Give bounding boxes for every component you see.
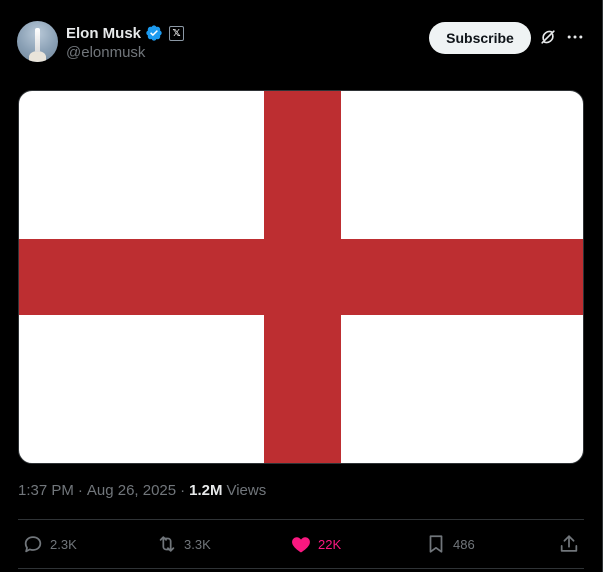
more-options-icon[interactable] bbox=[565, 27, 585, 47]
repost-button[interactable]: 3.3K bbox=[156, 529, 211, 559]
flag-cross-horizontal bbox=[19, 239, 583, 315]
action-bar: 2.3K 3.3K 22K 486 bbox=[18, 529, 584, 559]
tweet-header: Elon Musk 𝕏 @elonmusk Subscribe bbox=[17, 20, 587, 64]
verified-badge-icon bbox=[146, 25, 162, 41]
meta-separator: · bbox=[77, 482, 83, 499]
avatar[interactable] bbox=[17, 21, 58, 62]
bookmark-count: 486 bbox=[453, 536, 475, 552]
tweet-date[interactable]: Aug 26, 2025 bbox=[87, 482, 176, 499]
bottom-divider bbox=[18, 568, 584, 569]
reply-button[interactable]: 2.3K bbox=[22, 529, 77, 559]
heart-icon bbox=[292, 537, 310, 553]
grok-icon[interactable] bbox=[538, 27, 558, 47]
meta-separator-2: · bbox=[180, 482, 186, 499]
repost-count: 3.3K bbox=[184, 536, 211, 552]
author-handle[interactable]: @elonmusk bbox=[66, 44, 145, 61]
tweet-meta: 1:37 PM · Aug 26, 2025 · 1.2M Views bbox=[18, 482, 266, 499]
subscribe-button[interactable]: Subscribe bbox=[429, 22, 531, 54]
divider bbox=[18, 519, 584, 520]
reply-count: 2.3K bbox=[50, 536, 77, 552]
tweet-image[interactable] bbox=[18, 90, 584, 464]
tweet-time[interactable]: 1:37 PM bbox=[18, 482, 74, 499]
repost-icon bbox=[159, 536, 175, 552]
author-name[interactable]: Elon Musk bbox=[66, 25, 141, 42]
bookmark-button[interactable]: 486 bbox=[425, 529, 475, 559]
bookmark-icon bbox=[429, 535, 443, 553]
views-label: Views bbox=[226, 482, 267, 499]
share-button[interactable] bbox=[558, 529, 580, 559]
author-name-row: Elon Musk 𝕏 bbox=[66, 23, 185, 43]
views-count[interactable]: 1.2M bbox=[189, 482, 222, 499]
like-count: 22K bbox=[318, 536, 342, 552]
share-icon bbox=[560, 535, 578, 552]
affiliate-x-badge-icon[interactable]: 𝕏 bbox=[169, 25, 185, 41]
like-button[interactable]: 22K bbox=[290, 529, 341, 559]
reply-icon bbox=[24, 536, 42, 553]
